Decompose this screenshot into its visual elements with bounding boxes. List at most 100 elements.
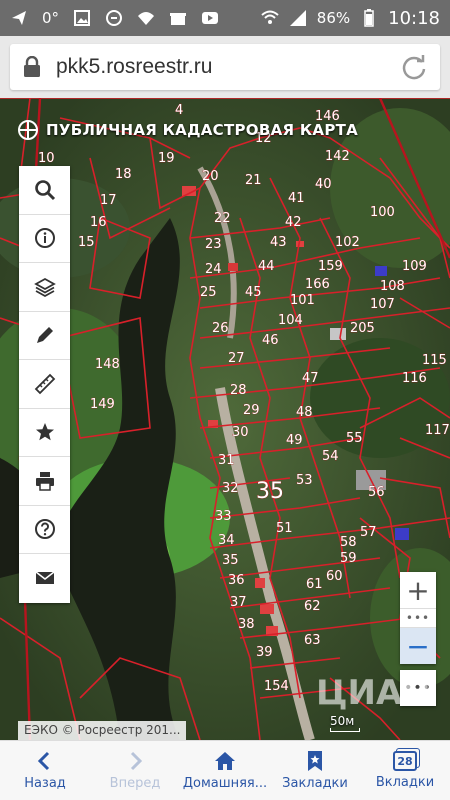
youtube-icon — [201, 9, 219, 27]
parcel-label: 56 — [368, 485, 385, 500]
parcel-label: 18 — [115, 167, 132, 182]
tab-count-badge: 28 — [393, 751, 417, 771]
parcel-label: 21 — [245, 173, 262, 188]
status-right: 86% 10:18 — [261, 8, 440, 29]
cadastral-map[interactable]: 4 146 12 142 10 19 20 18 21 40 17 41 100… — [0, 98, 450, 740]
parcel-label: 27 — [228, 351, 245, 366]
parcel-label: 23 — [205, 237, 222, 252]
tabs-label: Вкладки — [375, 775, 435, 790]
parcel-label: 10 — [38, 151, 55, 166]
chevron-left-icon — [37, 751, 50, 771]
home-button[interactable]: Домашняя... — [180, 741, 270, 800]
parcel-label: 28 — [230, 383, 247, 398]
zone-label: 35 — [256, 479, 284, 504]
parcel-label: 149 — [90, 397, 115, 412]
cell-signal-icon — [289, 9, 307, 27]
parcel-label: 107 — [370, 297, 395, 312]
chevron-right-icon — [130, 751, 143, 771]
tabs-button[interactable]: 28 Вкладки — [360, 741, 450, 800]
parcel-label: 108 — [380, 279, 405, 294]
bookmarks-button[interactable]: Закладки — [270, 741, 360, 800]
parcel-label: 51 — [276, 521, 293, 536]
back-button[interactable]: Назад — [0, 741, 90, 800]
parcel-label: 15 — [78, 235, 95, 250]
forward-label: Вперед — [109, 776, 161, 791]
parcel-label: 116 — [402, 371, 427, 386]
browser-bottom-nav: Назад Вперед Домашняя... Закладки 28 Вкл… — [0, 740, 450, 800]
parcel-label: 100 — [370, 205, 395, 220]
battery-icon — [360, 9, 378, 27]
parcel-label: 30 — [232, 425, 249, 440]
draw-tool[interactable] — [19, 312, 70, 360]
parcel-label: 16 — [90, 215, 107, 230]
feedback-tool[interactable] — [19, 554, 70, 603]
parcel-label: 34 — [218, 533, 235, 548]
battery-level: 86% — [316, 9, 351, 27]
parcel-label: 20 — [202, 169, 219, 184]
forward-button[interactable]: Вперед — [90, 741, 180, 800]
parcel-label: 63 — [304, 633, 321, 648]
parcel-label: 101 — [290, 293, 315, 308]
temperature: 0° — [42, 9, 60, 27]
parcel-label: 42 — [285, 215, 302, 230]
print-tool[interactable] — [19, 457, 70, 506]
parcel-label: 39 — [256, 645, 273, 660]
parcel-label: 166 — [305, 277, 330, 292]
parcel-label: 37 — [230, 595, 247, 610]
bookmarks-label: Закладки — [282, 776, 348, 791]
zoom-control: + ••• − — [400, 572, 436, 664]
measure-tool[interactable] — [19, 360, 70, 409]
parcel-label: 22 — [214, 211, 231, 226]
map-toolbar — [19, 166, 70, 603]
gallery-icon — [73, 9, 91, 27]
favorites-tool[interactable] — [19, 409, 70, 457]
parcel-label: 117 — [425, 423, 450, 438]
lock-icon — [24, 56, 40, 77]
home-label: Домашняя... — [182, 776, 268, 791]
parcel-label: 48 — [296, 405, 313, 420]
parcel-label: 205 — [350, 321, 375, 336]
address-bar[interactable]: pkk5.rosreestr.ru — [10, 44, 440, 90]
parcel-label: 24 — [205, 262, 222, 277]
parcel-label: 61 — [306, 577, 323, 592]
parcel-label: 142 — [325, 149, 350, 164]
parcel-label: 35 — [222, 553, 239, 568]
reload-icon[interactable] — [400, 53, 428, 81]
help-icon — [34, 519, 55, 540]
search-icon — [34, 179, 55, 200]
zoom-separator[interactable]: ••• — [400, 608, 436, 628]
star-icon — [35, 423, 54, 441]
gift-icon — [169, 9, 187, 27]
parcel-label: 33 — [215, 509, 232, 524]
search-tool[interactable] — [19, 166, 70, 215]
wifi-icon — [137, 9, 155, 27]
parcel-label: 47 — [302, 371, 319, 386]
parcel-label: 55 — [346, 431, 363, 446]
status-bar: 0° 86% 10:18 — [0, 0, 450, 36]
parcel-label: 58 — [340, 535, 357, 550]
zoom-out-button[interactable]: − — [400, 628, 436, 664]
status-left: 0° — [10, 9, 219, 27]
rosreestr-logo-icon — [18, 120, 38, 140]
parcel-label: 115 — [422, 353, 447, 368]
help-tool[interactable] — [19, 506, 70, 554]
sync-icon — [105, 9, 123, 27]
wifi-signal-icon — [261, 9, 279, 27]
zoom-in-button[interactable]: + — [400, 572, 436, 608]
browser-toolbar: pkk5.rosreestr.ru — [0, 36, 450, 98]
info-tool[interactable] — [19, 215, 70, 263]
layers-tool[interactable] — [19, 263, 70, 312]
parcel-label: 36 — [228, 573, 245, 588]
parcel-label: 54 — [322, 449, 339, 464]
parcel-label: 159 — [318, 259, 343, 274]
parcel-label: 53 — [296, 473, 313, 488]
parcel-label: 26 — [212, 321, 229, 336]
parcel-label: 57 — [360, 525, 377, 540]
parcel-label: 59 — [340, 551, 357, 566]
map-copyright[interactable]: ЕЭКО © Росреестр 201... — [18, 721, 187, 740]
parcel-label: 17 — [100, 193, 117, 208]
url-text[interactable]: pkk5.rosreestr.ru — [56, 55, 212, 79]
home-icon — [215, 752, 235, 770]
ruler-icon — [34, 373, 55, 395]
parcel-label: 148 — [95, 357, 120, 372]
